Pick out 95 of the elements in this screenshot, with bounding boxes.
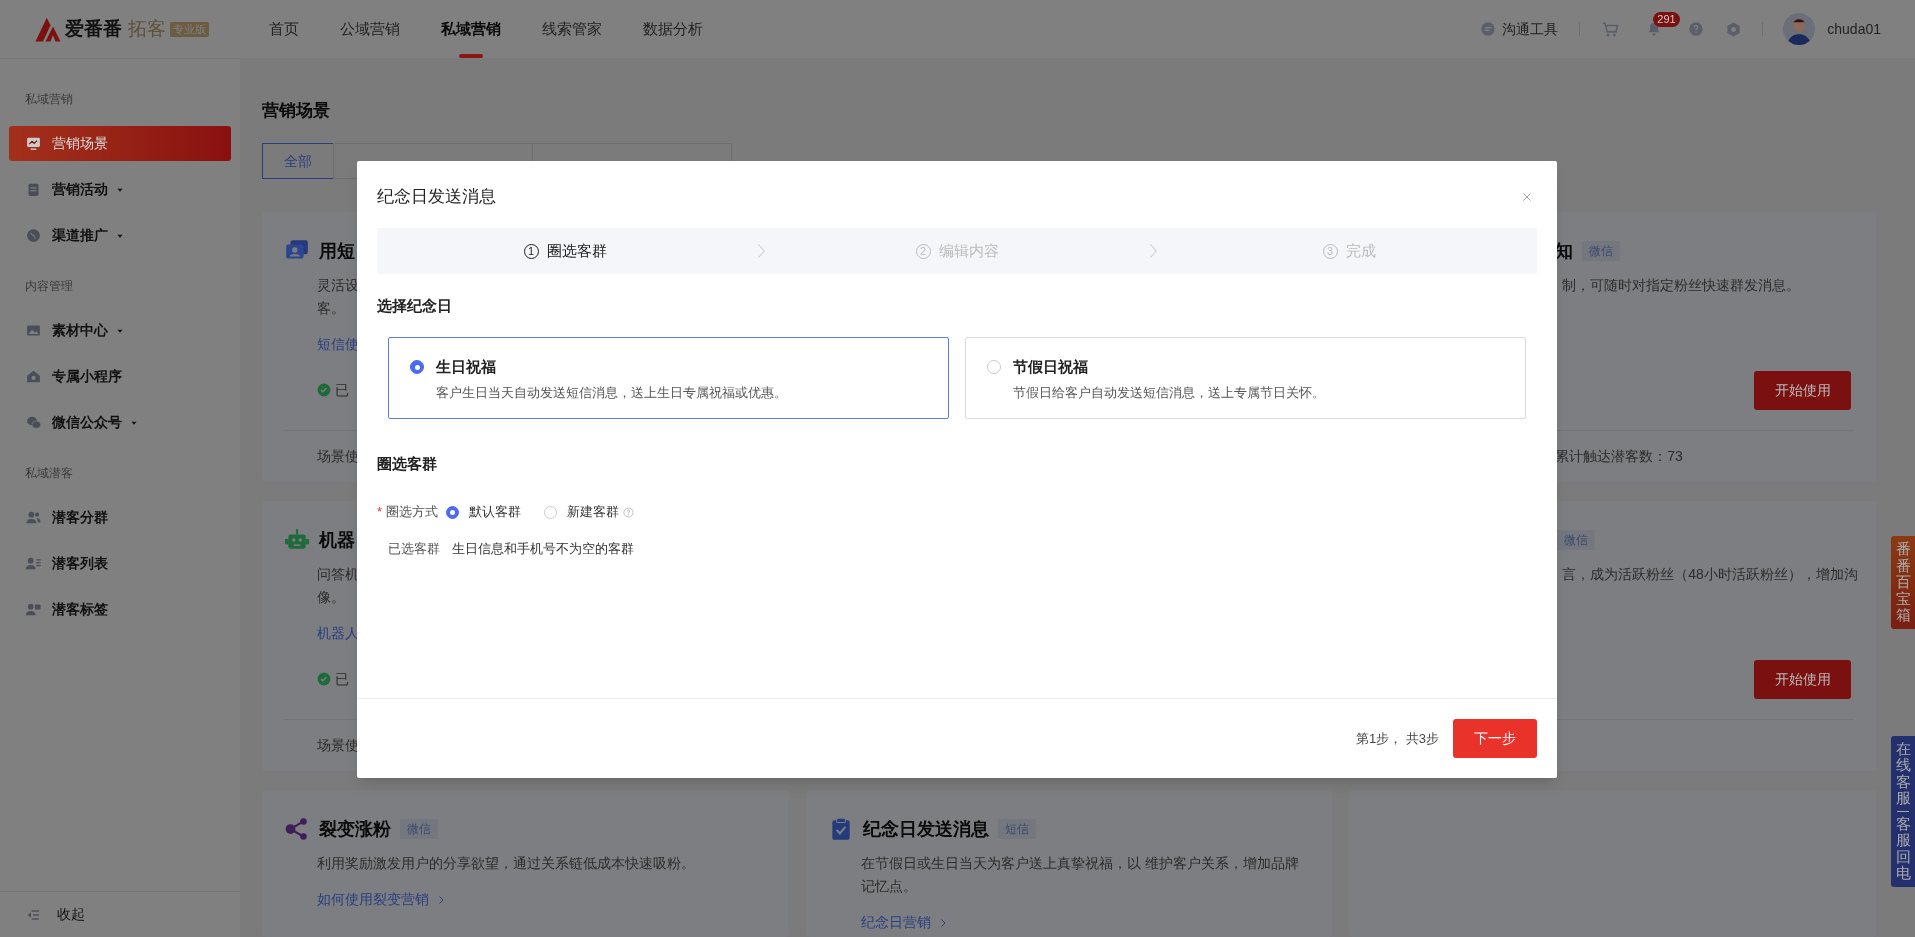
field-label: 已选客群 [388,540,440,558]
help-icon[interactable] [623,506,635,518]
card-title: 裂变涨粉 [319,817,391,841]
radio-label[interactable]: 新建客群 [567,502,620,522]
step-label: 完成 [1345,240,1376,261]
page-title: 营销场景 [262,100,331,122]
card-description: 记忆点。 [860,877,917,896]
filter-tab[interactable]: 全部 [262,143,334,179]
settings-icon[interactable] [1725,20,1743,38]
sidebar-item[interactable]: 营销场景 [9,126,231,161]
status-text: 已 [335,669,349,689]
next-button[interactable]: 下一步 [1453,719,1537,758]
help-link[interactable]: 短信使 [317,334,359,355]
card-description: 制，可随时对指定粉丝快速群发消息。 [1562,276,1801,295]
monitor-icon [25,135,42,152]
share-icon [284,816,310,842]
check-circle-icon [317,383,331,397]
active-underline [459,54,483,58]
step-progress: 第1步， 共3步 [1355,729,1439,748]
card-title: 纪念日发送消息 [862,817,989,841]
collapse-button[interactable]: 收起 [57,904,85,925]
card-description: 客。 [317,299,345,318]
chat-tool-link[interactable]: 沟通工具 [1502,18,1559,40]
card-footer-text: 累计触达潜客数：73 [1555,447,1683,466]
option-description: 客户生日当天自动发送短信消息，送上生日专属祝福或优惠。 [436,383,787,402]
step-label: 圈选客群 [546,240,607,261]
option-title: 生日祝福 [436,357,497,377]
user-name[interactable]: chuda01 [1827,18,1881,40]
side-tab-label: 番番百宝箱 [1895,541,1911,624]
logo-brand: 爱番番 [65,16,122,41]
section-label: 私域潜客 [24,465,74,480]
section-label: 内容管理 [24,278,74,293]
start-button[interactable]: 开始使用 [1754,370,1851,410]
notification-count: 291 [1653,12,1680,27]
nav-tab[interactable]: 首页 [269,0,299,58]
logo-product: 拓客 [128,16,166,41]
status-text: 已 [335,380,349,400]
sidebar-item[interactable]: 潜客列表 [9,546,231,581]
radio-button[interactable] [446,505,460,519]
side-tab-label: 客服回电 [1895,815,1911,882]
user-list-icon [25,555,42,572]
option-card[interactable]: 节假日祝福 节假日给客户自动发送短信消息，送上专属节日关怀。 [965,337,1526,419]
help-link[interactable]: 纪念日营销 [860,912,931,933]
card-description: 言，成为活跃粉丝（48小时活跃粉丝），增加沟 [1562,565,1858,584]
house-icon [25,368,42,385]
field-label: 圈选方式 [386,503,439,522]
help-link[interactable]: 如何使用裂变营销 [317,889,429,910]
card-description: 在节假日或生日当天为客户送上真挚祝福，以 维护客户关系，增加品牌 [860,854,1299,873]
user-tag-icon [25,601,42,618]
section-label: 私域营销 [24,91,74,106]
card-description: 问答机 [317,565,359,584]
card-title: 机器 [319,528,355,552]
sidebar-item[interactable]: 素材中心 [9,313,231,348]
option-card[interactable]: 生日祝福 客户生日当天自动发送短信消息，送上生日专属祝福或优惠。 [388,337,949,419]
option-title: 节假日祝福 [1013,357,1089,377]
dialog-title: 纪念日发送消息 [377,185,496,208]
section-heading: 圈选客群 [376,454,438,474]
customer-service-tab[interactable]: 在线客服 客服回电 [1891,735,1915,887]
check-circle-icon [317,672,331,686]
nav-tab[interactable]: 数据分析 [643,0,703,58]
step-label: 编辑内容 [938,240,999,261]
card-description: 像。 [317,588,345,607]
sidebar-item[interactable]: 潜客分群 [9,500,231,535]
side-tab-label: 在线客服 [1895,740,1911,807]
toolbox-tab[interactable]: 番番百宝箱 [1891,536,1915,629]
cart-icon[interactable] [1601,19,1621,39]
sidebar-item[interactable]: 微信公众号 [9,405,231,440]
nav-tab[interactable]: 私域营销 [441,0,501,58]
card-title: 用短 [319,239,355,263]
sidebar-item[interactable]: 专属小程序 [9,359,231,394]
chat-bubbles-icon [25,414,42,431]
nav-tab[interactable]: 线索管家 [542,0,602,58]
option-description: 节假日给客户自动发送短信消息，送上专属节日关怀。 [1013,383,1325,402]
card-description: 利用奖励激发用户的分享欲望，通过关系链低成本快速吸粉。 [317,854,695,873]
start-button[interactable]: 开始使用 [1754,659,1851,699]
edition-badge: 专业版 [170,21,209,37]
close-icon[interactable] [1521,190,1533,203]
section-heading: 选择纪念日 [376,296,453,316]
nav-tab[interactable]: 公域营销 [340,0,400,58]
card-footer-text: 场景使 [317,736,359,755]
help-link[interactable]: 机器人 [317,623,359,644]
sidebar-item[interactable]: 潜客标签 [9,592,231,627]
chat-icon[interactable] [1480,21,1497,37]
field-value: 生日信息和手机号不为空的客群 [452,540,634,558]
radio-button[interactable] [410,360,424,374]
required-mark: * [377,503,383,522]
globe-icon [25,227,42,244]
avatar-icon[interactable] [1783,13,1816,45]
help-icon[interactable] [1688,21,1705,37]
sidebar-item[interactable]: 渠道推广 [9,218,231,253]
card-footer-text: 场景使 [317,447,359,466]
sidebar-item[interactable]: 营销活动 [9,172,231,207]
card-description: 灵活设 [317,276,359,295]
radio-label[interactable]: 默认客群 [469,502,522,522]
users-icon [25,509,42,526]
